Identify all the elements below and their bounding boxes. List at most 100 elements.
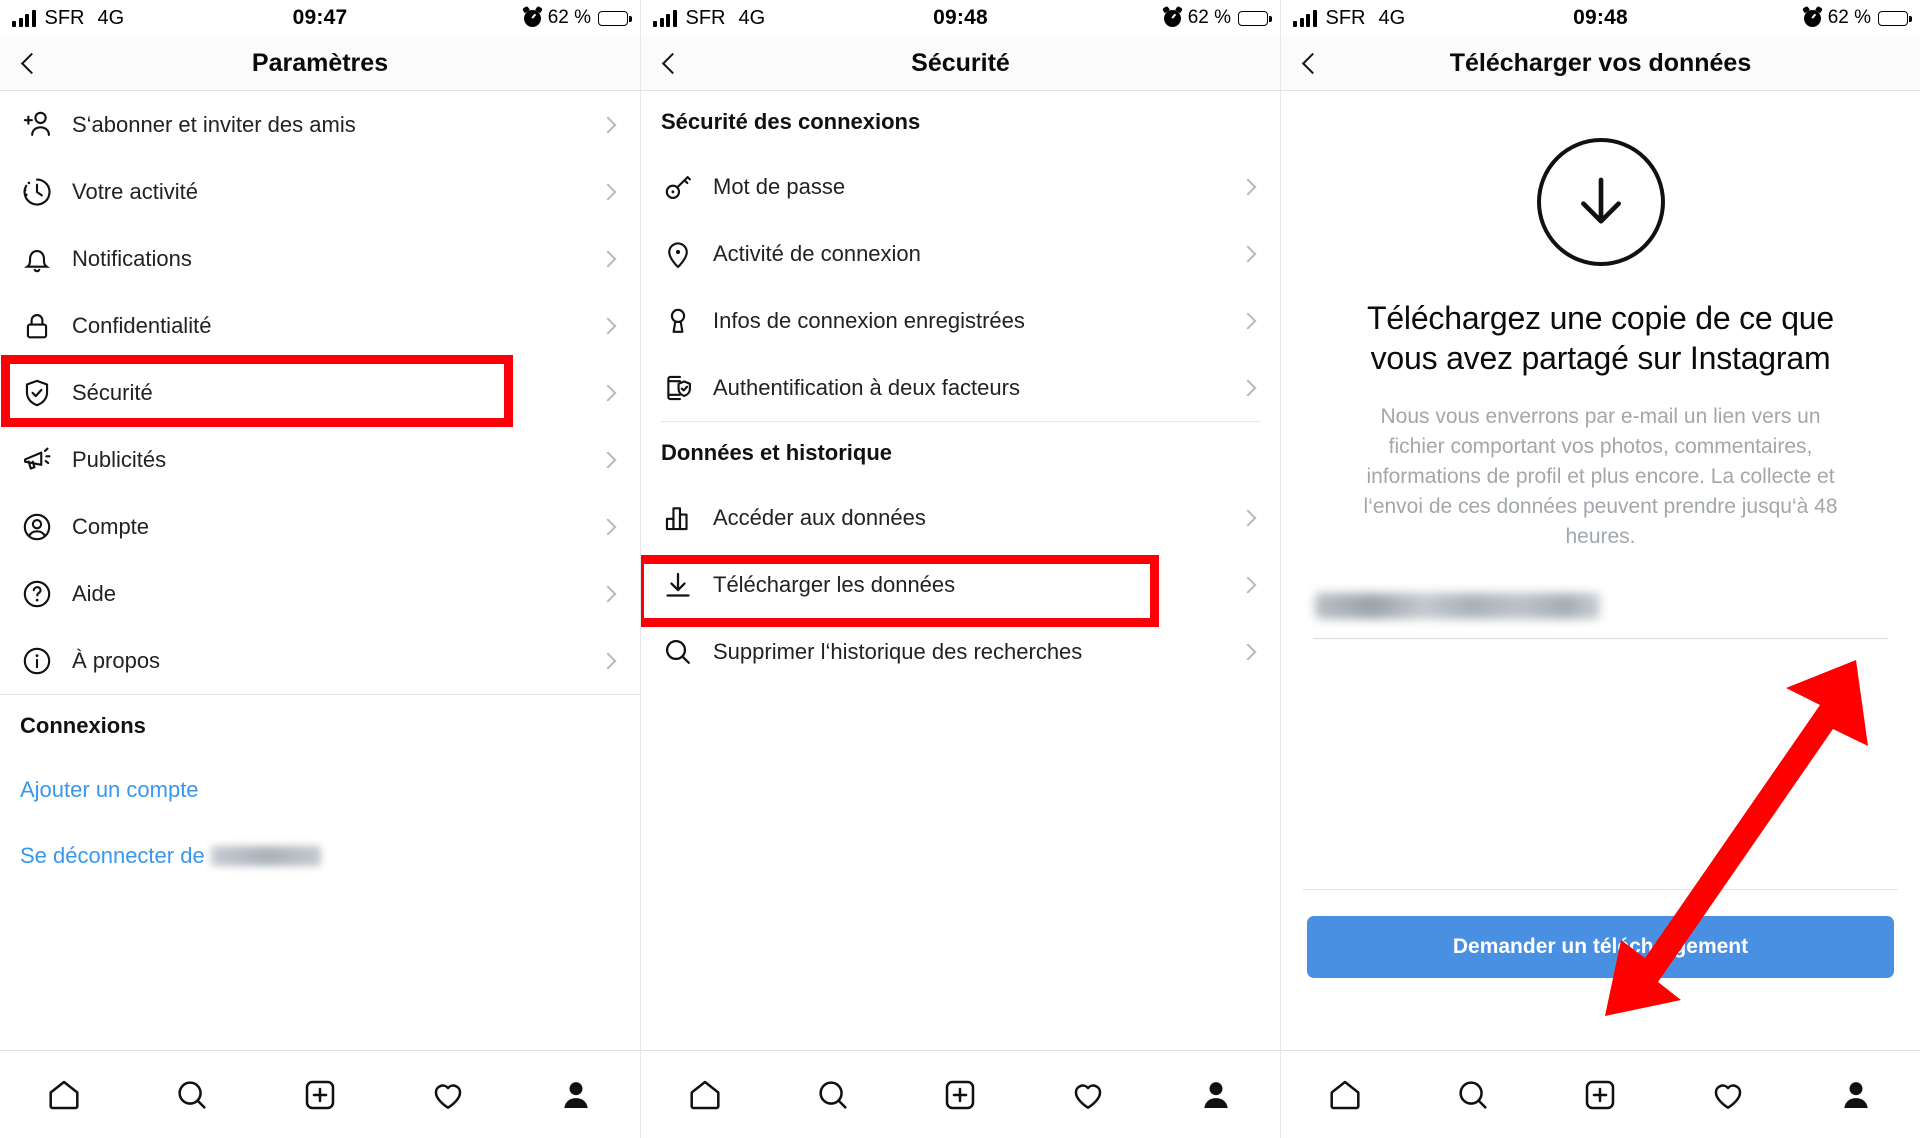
back-button-3[interactable] (1281, 36, 1343, 90)
item-label: À propos (72, 647, 161, 673)
download-page-content: Téléchargez une copie de ce que vous ave… (1281, 91, 1920, 1050)
footer-divider (1303, 889, 1898, 890)
phone-shield-icon (661, 368, 707, 408)
tab-activity[interactable] (384, 1076, 512, 1114)
chevron-right-icon (599, 116, 617, 133)
tabbar-1 (0, 1050, 640, 1138)
keyhole-icon (661, 301, 707, 341)
item-label: Mot de passe (713, 173, 846, 199)
section-heading-donnees: Données et historique (661, 440, 893, 465)
chevron-left-icon (20, 52, 42, 74)
blurred-email-value (1315, 593, 1600, 620)
logout-link[interactable]: Se déconnecter de (0, 823, 640, 889)
tab-add-post[interactable] (256, 1076, 384, 1114)
tab-activity[interactable] (1024, 1076, 1152, 1114)
panel-parametres: SFR 4G 09:47 62 % Paramètres S‘abonner e… (0, 0, 640, 1138)
heart-icon (1714, 1083, 1742, 1109)
chevron-right-icon (599, 384, 617, 401)
network-mode-label: 4G (97, 6, 125, 29)
item-label: Accéder aux données (713, 504, 926, 530)
logout-label: Se déconnecter de (20, 843, 205, 868)
chevron-right-icon (1239, 379, 1257, 396)
tabbar-2 (641, 1050, 1280, 1138)
activity-clock-icon (20, 172, 66, 212)
sidebar-item-compte[interactable]: Compte (0, 493, 640, 560)
chevron-right-icon (599, 451, 617, 468)
chevron-right-icon (1239, 643, 1257, 660)
security-item-activite-connexion[interactable]: Activité de connexion (641, 220, 1280, 287)
back-button-2[interactable] (641, 36, 703, 90)
key-icon (661, 167, 707, 207)
chevron-right-icon (599, 183, 617, 200)
tab-home[interactable] (0, 1076, 128, 1114)
signal-bars-icon (1293, 9, 1317, 27)
add-account-link[interactable]: Ajouter un compte (0, 757, 640, 823)
battery-percent-label: 62 % (1187, 7, 1231, 28)
profile-icon (564, 1081, 588, 1108)
email-input[interactable] (1313, 583, 1888, 640)
three-panel-screenshot-strip: SFR 4G 09:47 62 % Paramètres S‘abonner e… (0, 0, 1920, 1138)
battery-percent-label: 62 % (547, 7, 591, 28)
tab-home[interactable] (1281, 1076, 1409, 1114)
page-title-1: Paramètres (251, 48, 389, 77)
chevron-right-icon (599, 585, 617, 602)
security-item-telecharger-donnees[interactable]: Télécharger les données (641, 551, 1280, 618)
item-label: Notifications (72, 245, 192, 271)
download-arrow-icon (661, 565, 707, 605)
request-download-button[interactable]: Demander un téléchargement (1307, 916, 1894, 978)
home-icon (1330, 1080, 1360, 1109)
item-label: Authentification à deux facteurs (713, 374, 1020, 400)
status-bar-3: SFR 4G 09:48 62 % (1281, 0, 1920, 36)
heart-icon (1074, 1083, 1102, 1109)
sidebar-item-a-propos[interactable]: À propos (0, 627, 640, 694)
chevron-right-icon (1239, 509, 1257, 526)
tab-activity[interactable] (1664, 1076, 1792, 1114)
sidebar-item-abonner[interactable]: S‘abonner et inviter des amis (0, 91, 640, 158)
home-icon (690, 1080, 720, 1109)
add-post-icon (946, 1080, 975, 1109)
page-title-2: Sécurité (911, 48, 1010, 77)
security-item-supprimer-historique[interactable]: Supprimer l‘historique des recherches (641, 618, 1280, 685)
item-label: Télécharger les données (713, 571, 956, 597)
tab-profile[interactable] (512, 1076, 640, 1114)
sidebar-item-securite[interactable]: Sécurité (0, 359, 640, 426)
tab-add-post[interactable] (897, 1076, 1025, 1114)
search-icon (1459, 1080, 1487, 1109)
chevron-right-icon (1239, 178, 1257, 195)
item-label: Confidentialité (72, 312, 212, 338)
tab-add-post[interactable] (1537, 1076, 1665, 1114)
navbar-1: Paramètres (0, 36, 640, 91)
security-item-mot-de-passe[interactable]: Mot de passe (641, 153, 1280, 220)
tab-profile[interactable] (1792, 1076, 1920, 1114)
clock-label: 09:47 (292, 6, 348, 29)
alarm-icon (1803, 9, 1821, 27)
sidebar-item-notifications[interactable]: Notifications (0, 225, 640, 292)
back-button-1[interactable] (0, 36, 62, 90)
item-label: Publicités (72, 446, 167, 472)
tab-home[interactable] (641, 1076, 769, 1114)
sidebar-item-activite[interactable]: Votre activité (0, 158, 640, 225)
security-item-infos-connexion[interactable]: Infos de connexion enregistrées (641, 287, 1280, 354)
tab-profile[interactable] (1152, 1076, 1280, 1114)
tab-search[interactable] (1409, 1076, 1537, 1114)
sidebar-item-publicites[interactable]: Publicités (0, 426, 640, 493)
home-icon (49, 1080, 79, 1109)
security-item-2fa[interactable]: Authentification à deux facteurs (641, 354, 1280, 421)
account-circle-icon (20, 507, 66, 547)
tab-search[interactable] (769, 1076, 897, 1114)
tab-search[interactable] (128, 1076, 256, 1114)
add-post-icon (1586, 1080, 1615, 1109)
item-label: S‘abonner et inviter des amis (72, 111, 356, 137)
clock-label: 09:48 (933, 6, 988, 29)
sidebar-item-confidentialite[interactable]: Confidentialité (0, 292, 640, 359)
chevron-right-icon (599, 317, 617, 334)
navbar-2: Sécurité (641, 36, 1280, 91)
info-circle-icon (20, 641, 66, 681)
security-item-acceder-donnees[interactable]: Accéder aux données (641, 484, 1280, 551)
sidebar-item-aide[interactable]: Aide (0, 560, 640, 627)
panel-securite: SFR 4G 09:48 62 % Sécurité Sécurité des … (640, 0, 1280, 1138)
battery-icon (1238, 10, 1272, 26)
download-description: Nous vous enverrons par e-mail un lien v… (1363, 405, 1838, 548)
download-headline: Téléchargez une copie de ce que vous ave… (1366, 300, 1835, 376)
heart-icon (434, 1083, 462, 1109)
